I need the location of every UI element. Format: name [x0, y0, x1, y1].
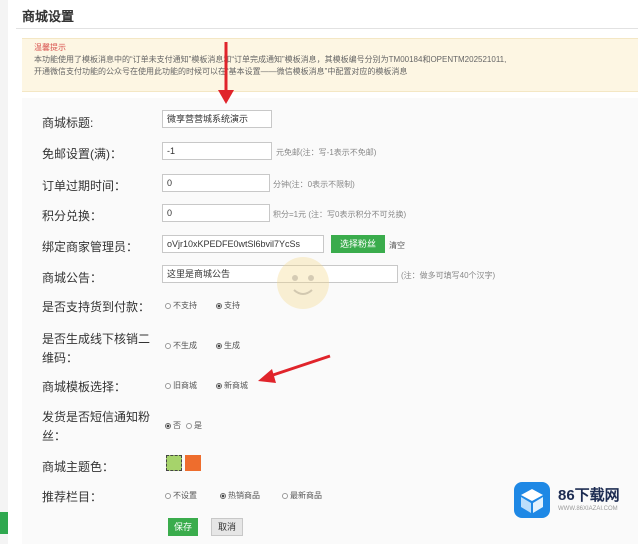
- shop-title-input[interactable]: 微享营营城系统演示: [162, 110, 272, 128]
- announcement-hint: (注：做多可填写40个汉字): [401, 271, 496, 280]
- cod-option-yes[interactable]: 支持: [216, 300, 240, 311]
- clear-admin-link[interactable]: 清空: [389, 240, 405, 251]
- site-logo: 86下载网 WWW.86XIAZAI.COM: [510, 478, 634, 524]
- notice-box: 温馨提示 本功能使用了模板消息中的“订单未支付通知”模板消息和“订单完成通知”模…: [22, 38, 638, 92]
- radio-unchecked-icon: [165, 302, 171, 309]
- radio-unchecked-icon: [165, 342, 171, 349]
- cancel-button[interactable]: 取消: [211, 518, 243, 536]
- offline-qr-option-yes[interactable]: 生成: [216, 340, 240, 351]
- sidebar-active-marker: [0, 512, 8, 534]
- announcement-label: 商城公告：: [42, 271, 103, 285]
- cube-logo-icon: [514, 482, 550, 518]
- notice-line-1: 本功能使用了模板消息中的“订单未支付通知”模板消息和“订单完成通知”模板消息，其…: [34, 55, 507, 64]
- points-label: 积分兑换：: [42, 209, 103, 223]
- free-shipping-hint: 元免邮(注：写-1表示不免邮): [276, 148, 377, 157]
- offline-qr-option-no[interactable]: 不生成: [165, 340, 197, 351]
- sms-notify-option-no[interactable]: 否: [165, 420, 181, 431]
- radio-unchecked-icon: [165, 382, 171, 389]
- cod-option-no[interactable]: 不支持: [165, 300, 197, 311]
- select-fan-button[interactable]: 选择粉丝: [331, 235, 385, 253]
- free-shipping-label: 免邮设置(满)：: [42, 147, 122, 161]
- left-sidebar-edge: [0, 0, 8, 544]
- theme-color-swatch-selected[interactable]: [166, 455, 182, 471]
- radio-unchecked-icon: [186, 422, 192, 429]
- bind-admin-label: 绑定商家管理员：: [42, 240, 139, 254]
- points-input[interactable]: 0: [162, 204, 270, 222]
- recommend-option-new[interactable]: 最新商品: [282, 490, 322, 501]
- template-option-new[interactable]: 新商城: [216, 380, 248, 391]
- recommend-option-none[interactable]: 不设置: [165, 490, 197, 501]
- recommend-label: 推荐栏目：: [42, 490, 103, 504]
- watermark-mascot-icon: [277, 257, 329, 309]
- recommend-option-hot[interactable]: 热销商品: [220, 490, 260, 501]
- template-option-old[interactable]: 旧商城: [165, 380, 197, 391]
- theme-color-label: 商城主题色：: [42, 460, 115, 474]
- radio-checked-icon: [165, 422, 171, 429]
- radio-checked-icon: [220, 492, 226, 499]
- free-shipping-input[interactable]: -1: [162, 142, 272, 160]
- shop-title-label: 商城标题:: [42, 116, 94, 130]
- radio-unchecked-icon: [282, 492, 288, 499]
- title-divider: [16, 28, 638, 29]
- radio-checked-icon: [216, 302, 222, 309]
- offline-qr-label: 是否生成线下核销二维码：: [42, 332, 151, 365]
- page-title: 商城设置: [22, 9, 75, 24]
- radio-unchecked-icon: [165, 492, 171, 499]
- radio-checked-icon: [216, 382, 222, 389]
- logo-subtext: WWW.86XIAZAI.COM: [558, 506, 618, 512]
- logo-text: 86下载网: [558, 487, 620, 504]
- save-button[interactable]: 保存: [168, 518, 198, 536]
- cod-label: 是否支持货到付款：: [42, 300, 151, 314]
- template-label: 商城模板选择：: [42, 380, 127, 394]
- sms-notify-label: 发货是否短信通知粉丝：: [42, 410, 151, 443]
- points-hint: 积分=1元 (注：写0表示积分不可兑换): [273, 210, 407, 219]
- notice-title: 温馨提示: [34, 43, 66, 52]
- order-expire-label: 订单过期时间：: [42, 179, 127, 193]
- order-expire-input[interactable]: 0: [162, 174, 270, 192]
- theme-color-swatch[interactable]: [185, 455, 201, 471]
- notice-line-2: 开通微信支付功能的公众号在使用此功能的时候可以在“基本设置——微信模板消息”中配…: [34, 67, 408, 76]
- sms-notify-option-yes[interactable]: 是: [186, 420, 202, 431]
- order-expire-hint: 分钟(注：0表示不限制): [273, 180, 355, 189]
- radio-checked-icon: [216, 342, 222, 349]
